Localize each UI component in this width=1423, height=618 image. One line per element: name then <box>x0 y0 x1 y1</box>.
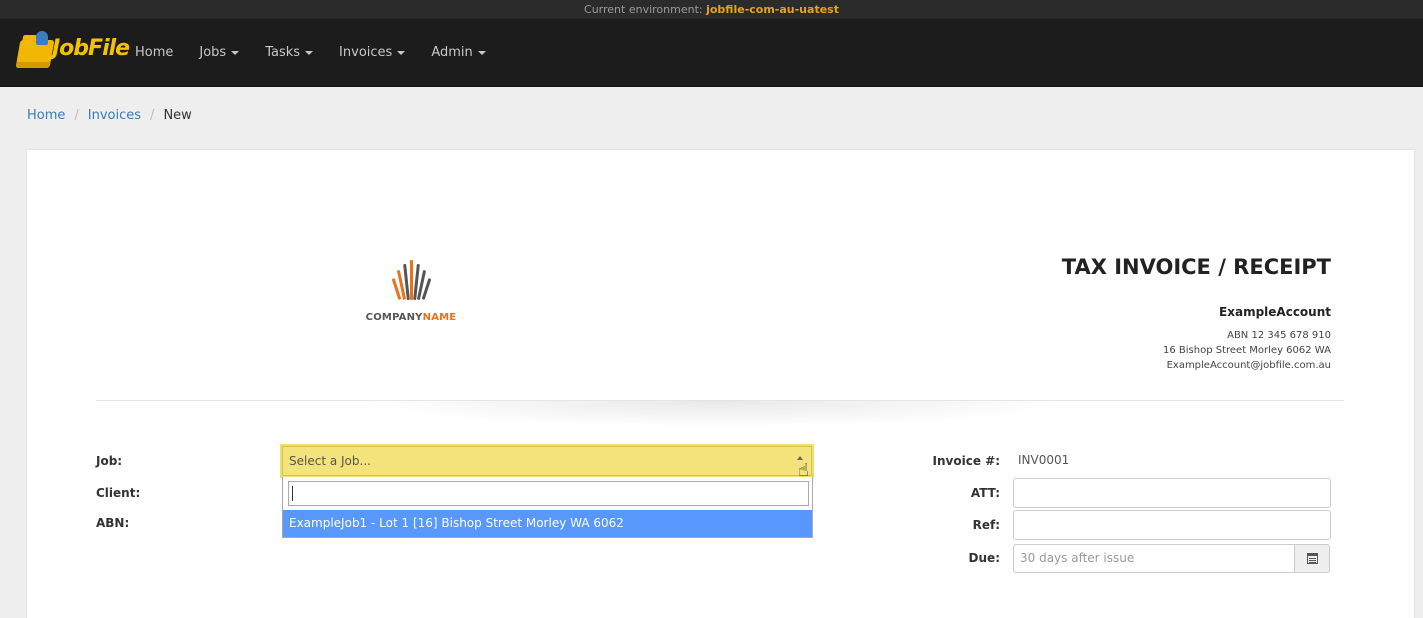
nav-item-tasks[interactable]: Tasks <box>252 19 326 87</box>
calendar-icon <box>1307 553 1318 564</box>
breadcrumb-separator: / <box>74 108 79 123</box>
account-address: 16 Bishop Street Morley 6062 WA <box>1163 345 1331 356</box>
main-nav: Home Jobs Tasks Invoices Admin <box>122 19 499 87</box>
account-name: ExampleAccount <box>1219 305 1331 319</box>
job-select[interactable]: Select a Job... <box>282 446 812 476</box>
ref-input[interactable] <box>1013 510 1331 540</box>
breadcrumb-invoices[interactable]: Invoices <box>88 108 141 123</box>
account-email: ExampleAccount@jobfile.com.au <box>1166 360 1331 371</box>
job-label: Job: <box>96 454 123 468</box>
job-dropdown: ExampleJob1 - Lot 1 [16] Bishop Street M… <box>282 477 813 538</box>
brand-logo[interactable]: JobFile <box>14 26 130 78</box>
company-logo-text: COMPANYNAME <box>365 312 457 323</box>
job-search-input[interactable] <box>288 481 809 506</box>
environment-bar: Current environment: jobfile-com-au-uate… <box>0 0 1423 19</box>
job-option[interactable]: ExampleJob1 - Lot 1 [16] Bishop Street M… <box>283 510 812 537</box>
company-logo-mark <box>391 258 432 301</box>
invoice-title: TAX INVOICE / RECEIPT <box>1061 255 1331 279</box>
breadcrumb: Home / Invoices / New <box>27 108 192 123</box>
caret-down-icon <box>305 50 314 55</box>
calendar-button[interactable] <box>1294 544 1330 573</box>
invoice-panel: COMPANYNAME TAX INVOICE / RECEIPT Exampl… <box>27 150 1414 618</box>
folder-icon <box>15 40 55 68</box>
invoice-number-value: INV0001 <box>1018 453 1070 467</box>
breadcrumb-current: New <box>163 108 192 123</box>
account-abn: ABN 12 345 678 910 <box>1227 330 1331 341</box>
environment-value: jobfile-com-au-uatest <box>706 3 839 16</box>
nav-admin-label: Admin <box>431 45 473 60</box>
caret-down-icon <box>397 50 406 55</box>
divider-shadow <box>357 401 1077 427</box>
due-date-input[interactable]: 30 days after issue <box>1013 544 1295 573</box>
nav-item-jobs[interactable]: Jobs <box>186 19 252 87</box>
nav-jobs-label: Jobs <box>199 45 227 60</box>
breadcrumb-home[interactable]: Home <box>27 108 65 123</box>
company-logo: COMPANYNAME <box>365 258 457 326</box>
abn-label: ABN: <box>96 516 130 530</box>
att-input[interactable] <box>1013 478 1331 508</box>
due-label: Due: <box>968 551 1000 565</box>
nav-tasks-label: Tasks <box>265 45 301 60</box>
nav-item-admin[interactable]: Admin <box>418 19 498 87</box>
brand-name: JobFile <box>52 36 130 61</box>
invoice-number-label: Invoice #: <box>932 454 1000 468</box>
text-cursor <box>292 486 293 501</box>
breadcrumb-separator: / <box>150 108 155 123</box>
caret-down-icon <box>477 50 486 55</box>
nav-invoices-label: Invoices <box>339 45 393 60</box>
caret-down-icon <box>231 50 240 55</box>
nav-item-invoices[interactable]: Invoices <box>326 19 418 87</box>
navbar: JobFile Home Jobs Tasks Invoices Admin <box>0 19 1423 87</box>
nav-item-home[interactable]: Home <box>122 19 186 87</box>
nav-home-label: Home <box>135 45 174 60</box>
job-select-placeholder: Select a Job... <box>289 454 371 468</box>
ref-label: Ref: <box>972 518 1000 532</box>
client-label: Client: <box>96 486 141 500</box>
environment-label: Current environment: <box>584 3 703 16</box>
person-icon <box>36 31 48 45</box>
att-label: ATT: <box>970 486 1000 500</box>
hand-pointer-icon: ☝ <box>798 460 809 481</box>
